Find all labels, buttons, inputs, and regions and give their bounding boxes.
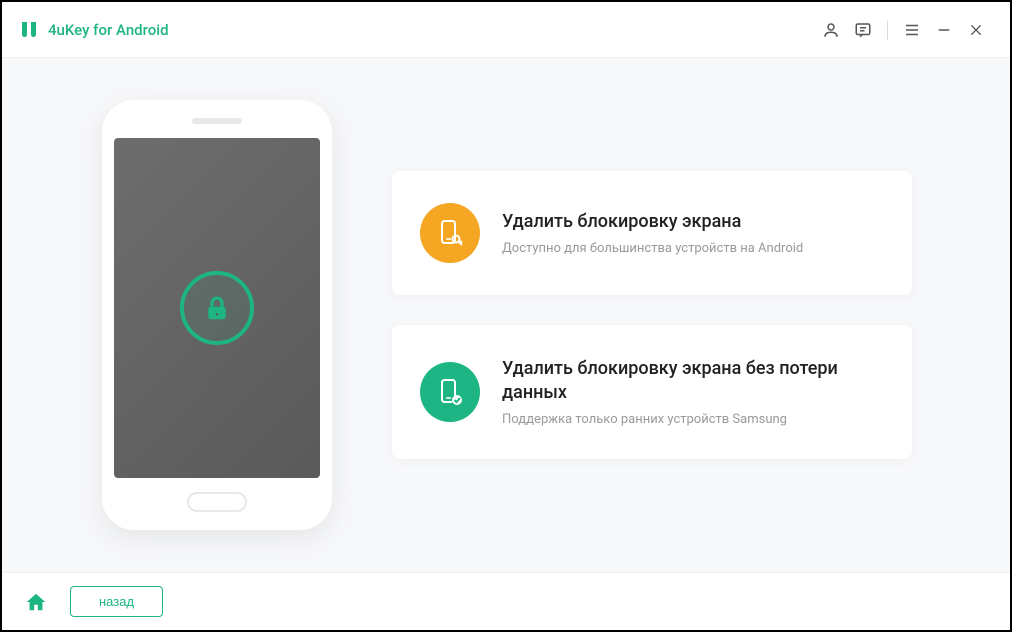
option-remove-screen-lock[interactable]: Удалить блокировку экрана Доступно для б…	[392, 171, 912, 295]
phone-home-button	[187, 492, 247, 512]
option-title: Удалить блокировку экрана без потери дан…	[502, 357, 884, 404]
phone-check-icon	[420, 362, 480, 422]
back-button[interactable]: назад	[70, 586, 163, 617]
close-icon[interactable]	[960, 14, 992, 46]
option-title: Удалить блокировку экрана	[502, 210, 803, 233]
titlebar-divider	[887, 20, 888, 40]
phone-screen	[114, 138, 320, 478]
phone-illustration	[102, 100, 332, 530]
phone-key-icon	[420, 203, 480, 263]
home-button[interactable]	[22, 588, 50, 616]
main-content: Удалить блокировку экрана Доступно для б…	[2, 58, 1010, 572]
footer: назад	[2, 572, 1010, 630]
option-subtitle: Доступно для большинства устройств на An…	[502, 241, 803, 256]
option-subtitle: Поддержка только ранних устройств Samsun…	[502, 412, 884, 427]
feedback-icon[interactable]	[847, 14, 879, 46]
lock-circle-icon	[180, 271, 254, 345]
minimize-icon[interactable]	[928, 14, 960, 46]
app-logo-icon	[20, 20, 38, 40]
menu-icon[interactable]	[896, 14, 928, 46]
options-list: Удалить блокировку экрана Доступно для б…	[392, 171, 912, 459]
phone-speaker	[192, 118, 242, 124]
titlebar: 4uKey for Android	[2, 2, 1010, 58]
app-window: 4uKey for Android	[2, 2, 1010, 630]
app-title: 4uKey for Android	[48, 21, 169, 39]
option-remove-screen-lock-no-data-loss[interactable]: Удалить блокировку экрана без потери дан…	[392, 325, 912, 459]
account-icon[interactable]	[815, 14, 847, 46]
